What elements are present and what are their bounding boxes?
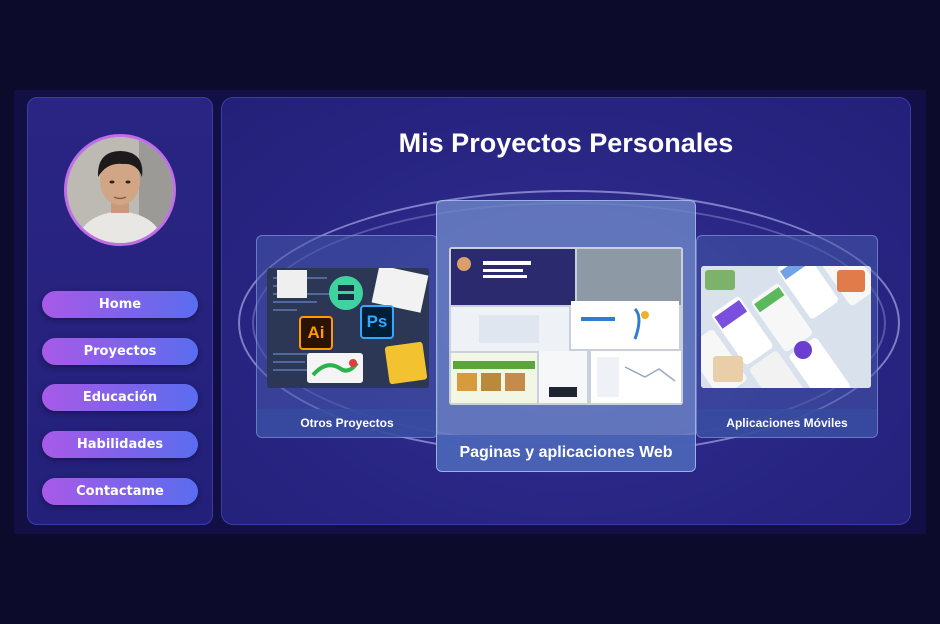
nav-habilidades-button[interactable]: Habilidades <box>42 431 198 458</box>
card-otros-proyectos[interactable]: Ai Ps Otros Proyectos <box>256 235 438 438</box>
nav-home-button[interactable]: Home <box>42 291 198 318</box>
nav-proyectos-button[interactable]: Proyectos <box>42 338 198 365</box>
nav-educacion-button[interactable]: Educación <box>42 384 198 411</box>
card-thumbnail <box>449 247 683 405</box>
logo-thumbnail <box>307 353 363 383</box>
card-label: Aplicaciones Móviles <box>697 409 877 437</box>
nav-contactame-button[interactable]: Contactame <box>42 478 198 505</box>
card-paginas-web[interactable]: Paginas y aplicaciones Web <box>436 200 696 472</box>
avatar <box>64 134 176 246</box>
card-label: Otros Proyectos <box>257 409 437 437</box>
card-aplicaciones-moviles[interactable]: Aplicaciones Móviles <box>696 235 878 438</box>
brand-card-thumbnail <box>384 341 428 385</box>
page-title: Mis Proyectos Personales <box>398 128 734 158</box>
card-thumbnail <box>701 266 871 388</box>
ai-icon: Ai <box>299 316 333 350</box>
profile-photo <box>67 137 173 243</box>
ps-icon: Ps <box>360 305 394 339</box>
server-icon <box>329 276 363 310</box>
sidebar: Home Proyectos Educación Habilidades Con… <box>27 97 213 525</box>
card-label: Paginas y aplicaciones Web <box>437 435 695 471</box>
projects-panel: Mis Proyectos Personales Ai Ps Otros Pro… <box>221 97 911 525</box>
